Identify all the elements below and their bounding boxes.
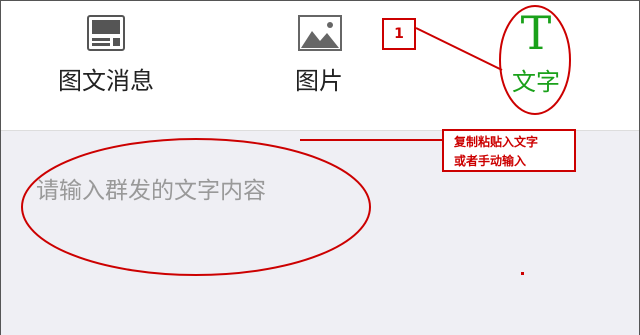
editor-placeholder: 请输入群发的文字内容 xyxy=(36,178,266,204)
tab-image[interactable]: 图片 xyxy=(269,11,369,111)
annotation-step-badge: 1 xyxy=(382,18,416,50)
message-type-tabbar: 图文消息 图片 T 文字 xyxy=(1,1,639,130)
tab-news-label: 图文消息 xyxy=(58,67,154,95)
tab-text-label: 文字 xyxy=(512,68,560,96)
image-icon xyxy=(298,15,342,51)
annotation-step-number: 1 xyxy=(394,26,404,42)
tab-image-label: 图片 xyxy=(295,67,343,95)
annotation-note-line2: 或者手动输入 xyxy=(454,154,527,168)
tab-news[interactable]: 图文消息 xyxy=(46,11,166,111)
tab-text[interactable]: T 文字 xyxy=(491,7,581,117)
text-T-icon: T xyxy=(520,6,552,60)
annotation-note: 复制粘贴入文字 或者手动输入 xyxy=(442,129,576,172)
annotation-note-line1: 复制粘贴入文字 xyxy=(454,135,539,149)
cursor-dot xyxy=(521,272,524,275)
news-card-icon xyxy=(87,15,125,51)
